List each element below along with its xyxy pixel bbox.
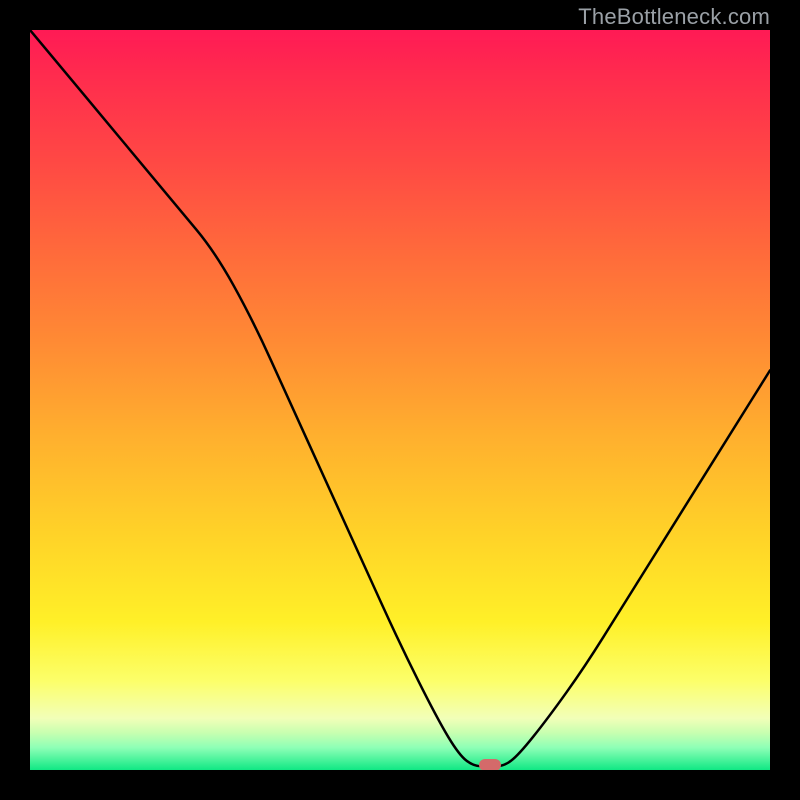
- optimum-marker: [479, 759, 501, 770]
- bottleneck-curve: [30, 30, 770, 770]
- chart-frame: TheBottleneck.com: [0, 0, 800, 800]
- watermark-text: TheBottleneck.com: [578, 4, 770, 30]
- curve-path: [30, 30, 770, 766]
- plot-area: [30, 30, 770, 770]
